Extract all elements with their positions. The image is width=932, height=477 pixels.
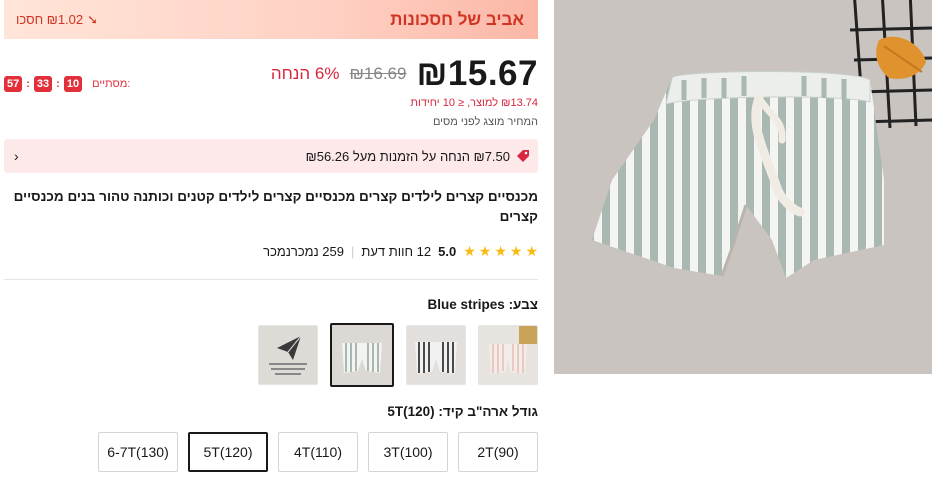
product-title: מכנסיים קצרים לילדים קצרים מכנסיים קצרים… (13, 189, 538, 224)
size-options: 2T(90) 3T(100) 4T(110) 5T(120) 6-7T(130) (98, 432, 538, 472)
product-image[interactable] (554, 0, 932, 374)
current-price: ₪15.67 (416, 54, 538, 93)
color-option-grey-stripes[interactable] (406, 325, 466, 385)
star-icon: ★ (494, 243, 507, 259)
reviews-count[interactable]: 12 חוות דעת (361, 244, 431, 259)
timer-hours: 10 (63, 76, 83, 92)
color-options (258, 323, 538, 387)
color-option-review-pending[interactable] (258, 325, 318, 385)
size-option-4t[interactable]: 4T(110) (278, 432, 358, 472)
bulk-price-note: ₪13.74 למוצר, ≤ 10 יחידות (410, 97, 538, 109)
color-option-pink[interactable] (478, 325, 538, 385)
rating-score: 5.0 (438, 244, 457, 259)
star-icon: ★ (509, 243, 523, 259)
size-option-5t[interactable]: 5T(120) (188, 432, 268, 472)
rating-row[interactable]: ★ ★ ★ ★ ★ 5.0 12 חוות דעת | 259 נמכרנמכר (263, 243, 538, 260)
star-rating: ★ ★ ★ ★ ★ (463, 243, 538, 260)
timer-seconds: 57 (4, 76, 23, 92)
section-divider (4, 279, 538, 280)
chevron-left-icon[interactable]: ‹ (14, 148, 19, 164)
size-option-3t[interactable]: 3T(100) (368, 432, 448, 472)
star-icon: ★ (478, 243, 492, 259)
countdown-timer: 57 : 33 : 10 מסתיים: (4, 76, 130, 92)
savings-text: ₪1.02 חסכו (16, 12, 84, 27)
star-icon: ★ (463, 243, 476, 259)
size-label: גודל ארה"ב קיד: 5T(120) (387, 404, 538, 419)
savings-info: ➘ ₪1.02 חסכו (16, 12, 98, 28)
discount-label: 6% הנחה (270, 64, 340, 83)
coupon-content: ₪7.50 הנחה על הזמנות מעל ₪56.26 (306, 149, 530, 164)
tag-icon (517, 150, 529, 162)
color-option-blue-stripes[interactable] (330, 323, 394, 387)
size-option-2t[interactable]: 2T(90) (458, 432, 538, 472)
timer-label: מסתיים: (92, 78, 131, 90)
star-icon: ★ (525, 243, 538, 259)
selected-color: Blue stripes (427, 297, 505, 312)
sold-count: 259 נמכרנמכר (263, 244, 344, 259)
divider: | (350, 244, 355, 259)
tax-note: המחיר מוצג לפני מסים (432, 116, 538, 128)
timer-minutes: 33 (33, 76, 53, 92)
color-label: צבע: Blue stripes (427, 297, 538, 312)
coupon-bar[interactable]: ₪7.50 הנחה על הזמנות מעל ₪56.26 ‹ (4, 139, 538, 173)
coupon-text: ₪7.50 הנחה על הזמנות מעל ₪56.26 (305, 148, 510, 164)
size-option-6-7t[interactable]: 6-7T(130) (98, 432, 178, 472)
original-price: ₪16.69 (349, 64, 407, 83)
selected-size: 5T(120) (387, 404, 435, 419)
sale-banner: אביב של חסכונות ➘ ₪1.02 חסכו (4, 0, 538, 39)
sale-banner-title: אביב של חסכונות (390, 9, 524, 29)
product-info-panel: אביב של חסכונות ➘ ₪1.02 חסכו ₪15.67 ₪16.… (4, 0, 538, 477)
down-arrow-icon: ➘ (87, 11, 99, 27)
